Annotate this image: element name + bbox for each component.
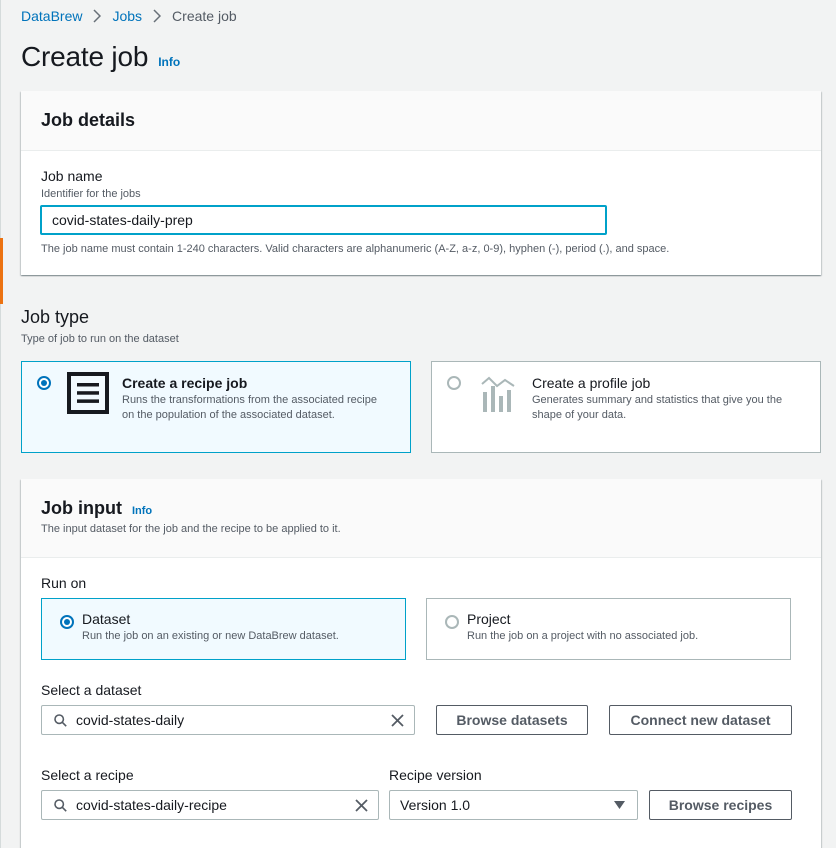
browse-datasets-button[interactable]: Browse datasets [436,705,588,735]
recipe-job-title: Create a recipe job [122,375,248,391]
search-icon [54,799,67,812]
recipe-job-radio[interactable] [37,376,51,390]
page-info-link[interactable]: Info [158,55,180,69]
project-option-title: Project [467,611,511,627]
select-recipe-label: Select a recipe [41,767,134,783]
job-name-hint: The job name must contain 1-240 characte… [41,243,670,255]
job-name-description: Identifier for the jobs [41,188,141,200]
connect-new-dataset-button[interactable]: Connect new dataset [609,705,792,735]
chevron-right-icon [153,9,162,23]
recipe-version-label: Recipe version [389,767,482,783]
profile-job-description: Generates summary and statistics that gi… [532,394,783,421]
select-dataset-label: Select a dataset [41,682,142,698]
profile-chart-icon [481,376,515,412]
job-details-header: Job details [21,91,821,151]
recipe-job-card[interactable]: Create a recipe job Runs the transformat… [21,361,411,453]
breadcrumb-databrew[interactable]: DataBrew [21,8,82,24]
job-details-panel: Job details Job name Identifier for the … [21,91,821,275]
recipe-version-select[interactable]: Version 1.0 [389,790,638,820]
dataset-radio[interactable] [60,615,74,629]
breadcrumb: DataBrew Jobs Create job [21,8,237,24]
run-on-dataset-card[interactable]: Dataset Run the job on an existing or ne… [41,598,406,660]
dataset-search-value: covid-states-daily [76,712,185,728]
browse-recipes-button[interactable]: Browse recipes [649,790,792,820]
job-details-heading: Job details [41,110,136,130]
page-title: Create job [21,41,149,72]
clear-icon[interactable] [355,799,368,812]
job-type-heading: Job type [21,307,90,327]
recipe-version-value: Version 1.0 [400,797,471,813]
recipe-job-description: Runs the transformations from the associ… [122,394,377,421]
dataset-search-input[interactable]: covid-states-daily [41,705,415,735]
profile-job-card[interactable]: Create a profile job Generates summary a… [431,361,821,453]
run-on-label: Run on [41,575,87,591]
profile-job-radio[interactable] [447,376,461,390]
breadcrumb-jobs[interactable]: Jobs [112,8,142,24]
profile-job-title: Create a profile job [532,375,651,391]
left-accent-bar [0,238,3,304]
run-on-project-card[interactable]: Project Run the job on a project with no… [426,598,791,660]
job-name-label: Job name [41,168,103,184]
job-input-info-link[interactable]: Info [132,505,152,517]
breadcrumb-current: Create job [172,8,237,24]
job-input-panel: Job input Info The input dataset for the… [21,479,821,848]
page-header: Create job Info [21,41,180,73]
recipe-search-value: covid-states-daily-recipe [76,797,227,813]
chevron-right-icon [93,9,102,23]
caret-down-icon [614,801,625,809]
job-type-description: Type of job to run on the dataset [21,333,179,345]
job-input-header: Job input Info The input dataset for the… [21,479,821,558]
project-radio[interactable] [445,615,459,629]
job-name-input[interactable]: covid-states-daily-prep [40,205,607,235]
dataset-option-description: Run the job on an existing or new DataBr… [82,630,339,642]
dataset-option-title: Dataset [82,611,131,627]
search-icon [54,714,67,727]
recipe-search-input[interactable]: covid-states-daily-recipe [41,790,379,820]
project-option-description: Run the job on a project with no associa… [467,630,699,642]
job-input-heading: Job input [41,498,122,518]
clear-icon[interactable] [391,714,404,727]
left-edge-rule [0,0,1,848]
job-input-description: The input dataset for the job and the re… [41,523,341,535]
recipe-list-icon [67,372,109,414]
